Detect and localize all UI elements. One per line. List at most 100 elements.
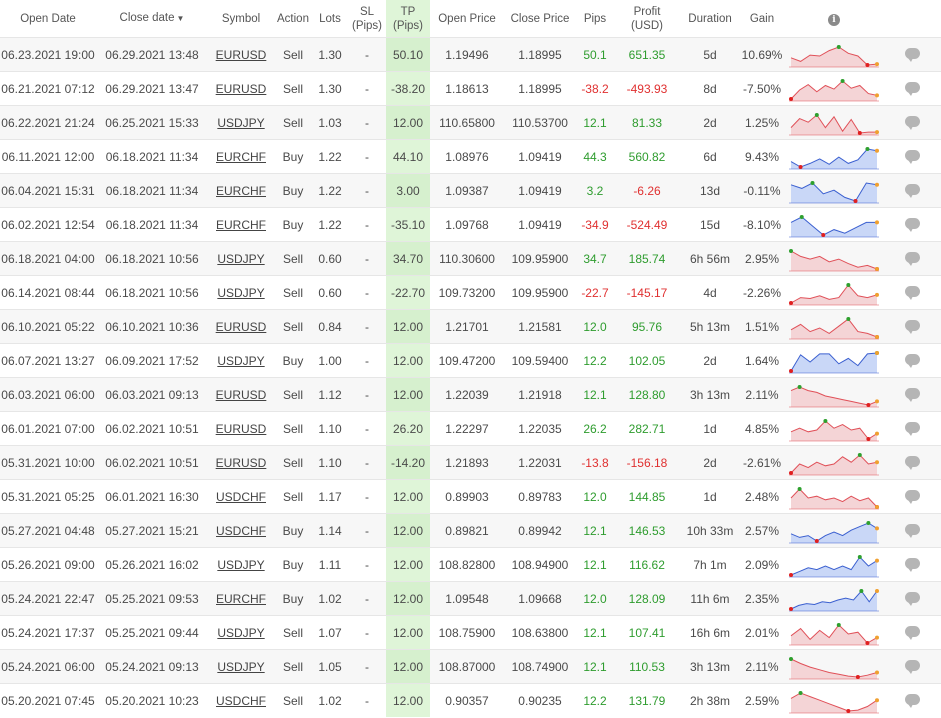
symbol-cell: USDJPY xyxy=(208,547,274,582)
comment-icon[interactable] xyxy=(905,319,920,334)
col-tp[interactable]: TP (Pips) xyxy=(386,0,430,38)
col-lots[interactable]: Lots xyxy=(312,0,348,38)
comment-icon[interactable] xyxy=(905,47,920,62)
gain-sparkline xyxy=(789,588,879,611)
symbol-link[interactable]: EURUSD xyxy=(216,82,267,96)
comment-icon[interactable] xyxy=(905,217,920,232)
col-close-price[interactable]: Close Price xyxy=(504,0,576,38)
lots-cell: 0.60 xyxy=(312,275,348,310)
comment-cell xyxy=(884,649,941,684)
symbol-link[interactable]: EURUSD xyxy=(216,422,267,436)
symbol-link[interactable]: USDJPY xyxy=(217,116,264,130)
comment-icon[interactable] xyxy=(905,455,920,470)
comment-icon[interactable] xyxy=(905,251,920,266)
profit-cell: -156.18 xyxy=(614,445,680,480)
comment-icon[interactable] xyxy=(905,659,920,674)
open-price-cell: 0.89821 xyxy=(430,513,504,548)
table-row: 05.31.2021 05:25 06.01.2021 16:30 USDCHF Se… xyxy=(0,479,941,514)
col-pips[interactable]: Pips xyxy=(576,0,614,38)
gain-sparkline-cell xyxy=(784,649,884,684)
symbol-link[interactable]: USDJPY xyxy=(217,558,264,572)
symbol-link[interactable]: USDCHF xyxy=(216,490,266,504)
col-open-price[interactable]: Open Price xyxy=(430,0,504,38)
sparkline-area xyxy=(791,556,877,577)
comment-cell xyxy=(884,479,941,514)
profit-cell: 128.80 xyxy=(614,377,680,412)
gain-cell: 1.51% xyxy=(740,309,784,344)
comment-icon[interactable] xyxy=(905,625,920,640)
comment-cell xyxy=(884,377,941,412)
pips-cell: 26.2 xyxy=(576,411,614,446)
symbol-link[interactable]: EURCHF xyxy=(216,218,266,232)
symbol-link[interactable]: EURUSD xyxy=(216,320,267,334)
comment-icon[interactable] xyxy=(905,489,920,504)
comment-icon[interactable] xyxy=(905,523,920,538)
col-action[interactable]: Action xyxy=(274,0,312,38)
symbol-link[interactable]: EURUSD xyxy=(216,456,267,470)
sparkline-last-marker xyxy=(875,558,879,563)
sparkline-area xyxy=(791,454,877,475)
action-cell: Sell xyxy=(274,71,312,106)
duration-cell: 2d xyxy=(680,105,740,140)
comment-icon[interactable] xyxy=(905,387,920,402)
sl-cell: - xyxy=(348,71,386,106)
symbol-cell: USDJPY xyxy=(208,241,274,276)
symbol-cell: EURUSD xyxy=(208,71,274,106)
close-price-cell: 108.94900 xyxy=(504,547,576,582)
close-date-cell: 06.18.2021 11:34 xyxy=(96,173,208,208)
symbol-link[interactable]: EURCHF xyxy=(216,150,266,164)
col-symbol[interactable]: Symbol xyxy=(208,0,274,38)
col-sl[interactable]: SL (Pips) xyxy=(348,0,386,38)
comment-icon[interactable] xyxy=(905,149,920,164)
comment-icon[interactable] xyxy=(905,591,920,606)
open-date-cell: 06.18.2021 04:00 xyxy=(0,241,96,276)
col-duration[interactable]: Duration xyxy=(680,0,740,38)
comment-icon[interactable] xyxy=(905,285,920,300)
sparkline-min-marker xyxy=(798,164,803,169)
info-icon[interactable]: i xyxy=(828,13,840,26)
open-date-cell: 06.22.2021 21:24 xyxy=(0,105,96,140)
symbol-link[interactable]: USDJPY xyxy=(217,252,264,266)
table-header: Open Date Close date ▼ Symbol Action Lots… xyxy=(0,0,941,38)
symbol-link[interactable]: USDJPY xyxy=(217,286,264,300)
sl-cell: - xyxy=(348,377,386,412)
symbol-link[interactable]: USDCHF xyxy=(216,694,266,708)
comment-icon[interactable] xyxy=(905,81,920,96)
comment-icon[interactable] xyxy=(905,115,920,130)
pips-cell: -13.8 xyxy=(576,445,614,480)
close-price-cell: 1.18995 xyxy=(504,37,576,72)
profit-cell: -524.49 xyxy=(614,207,680,242)
symbol-link[interactable]: EURCHF xyxy=(216,184,266,198)
symbol-link[interactable]: USDJPY xyxy=(217,626,264,640)
action-cell: Sell xyxy=(274,377,312,412)
comment-icon[interactable] xyxy=(905,353,920,368)
tp-cell: 12.00 xyxy=(386,513,430,548)
col-gain[interactable]: Gain xyxy=(740,0,784,38)
col-profit[interactable]: Profit (USD) xyxy=(614,0,680,38)
open-price-cell: 1.21893 xyxy=(430,445,504,480)
symbol-link[interactable]: USDJPY xyxy=(217,354,264,368)
sparkline-last-marker xyxy=(875,431,879,436)
comment-icon[interactable] xyxy=(905,557,920,572)
sparkline-last-marker xyxy=(875,92,879,97)
sparkline-min-marker xyxy=(789,470,793,475)
symbol-link[interactable]: EURUSD xyxy=(216,48,267,62)
symbol-link[interactable]: EURCHF xyxy=(216,592,266,606)
symbol-link[interactable]: EURUSD xyxy=(216,388,267,402)
col-comment xyxy=(884,0,941,38)
profit-cell: 560.82 xyxy=(614,139,680,174)
comment-icon[interactable] xyxy=(905,693,920,708)
close-date-cell: 06.01.2021 16:30 xyxy=(96,479,208,514)
col-open-date[interactable]: Open Date xyxy=(0,0,96,38)
comment-icon[interactable] xyxy=(905,421,920,436)
col-close-date[interactable]: Close date ▼ xyxy=(96,0,208,38)
comment-icon[interactable] xyxy=(905,183,920,198)
comment-cell xyxy=(884,581,941,616)
symbol-link[interactable]: USDJPY xyxy=(217,660,264,674)
close-price-cell: 0.89783 xyxy=(504,479,576,514)
symbol-link[interactable]: USDCHF xyxy=(216,524,266,538)
open-price-cell: 1.18613 xyxy=(430,71,504,106)
sl-cell: - xyxy=(348,139,386,174)
symbol-cell: USDJPY xyxy=(208,615,274,650)
sparkline-area xyxy=(791,352,877,373)
